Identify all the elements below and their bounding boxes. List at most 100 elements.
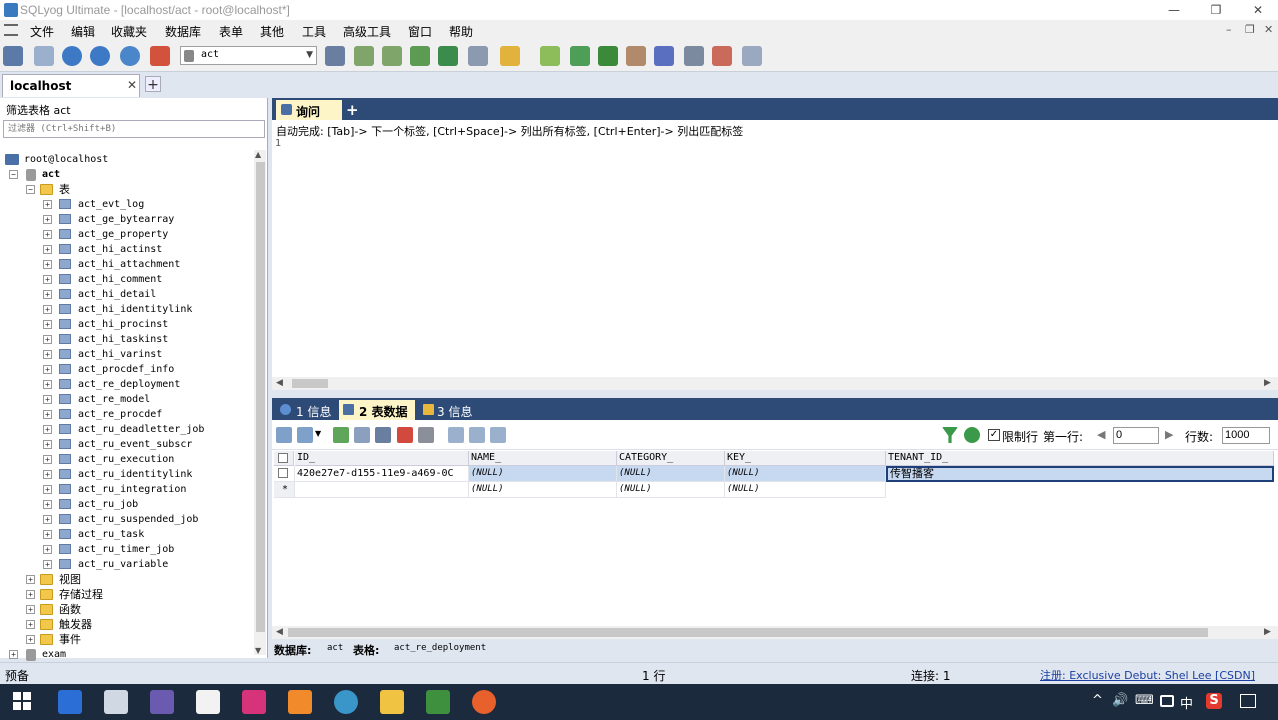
export-icon[interactable] xyxy=(276,427,292,443)
notepad-icon[interactable] xyxy=(104,690,128,714)
scroll-down-icon[interactable]: ▼ xyxy=(255,646,261,655)
register-link[interactable]: 注册: Exclusive Debut: Shel Lee [CSDN] xyxy=(1040,667,1255,683)
tree-table-item[interactable]: act_hi_actinst xyxy=(78,242,162,257)
scroll-right-icon[interactable]: ▶ xyxy=(1264,627,1271,637)
prev-page-icon[interactable]: ◀ xyxy=(1097,428,1105,441)
tree-db-act[interactable]: act xyxy=(42,167,60,182)
query-tab[interactable]: 询问 xyxy=(276,100,342,120)
expand-icon[interactable]: + xyxy=(43,215,52,224)
mdi-restore-button[interactable]: ❐ xyxy=(1245,23,1255,36)
grid-header-select[interactable] xyxy=(274,451,294,466)
manage-index-icon[interactable] xyxy=(410,46,430,66)
backup-icon[interactable] xyxy=(438,46,458,66)
expand-icon[interactable]: + xyxy=(43,230,52,239)
tree-folder-item[interactable]: 视图 xyxy=(59,572,81,587)
close-button[interactable]: ✕ xyxy=(1238,0,1278,20)
new-query-icon[interactable] xyxy=(34,46,54,66)
row-checkbox[interactable] xyxy=(278,468,288,478)
expand-icon[interactable]: + xyxy=(43,320,52,329)
expand-icon[interactable]: + xyxy=(43,530,52,539)
file-explorer-icon[interactable] xyxy=(380,690,404,714)
grid-view-icon[interactable] xyxy=(448,427,464,443)
keyboard-icon[interactable]: ⌨ xyxy=(1135,693,1154,708)
expand-icon[interactable]: + xyxy=(43,260,52,269)
expand-icon[interactable]: + xyxy=(43,245,52,254)
mdi-close-button[interactable]: ✕ xyxy=(1264,23,1273,36)
scroll-right-icon[interactable]: ▶ xyxy=(1264,378,1271,388)
table-cell[interactable]: (NULL) xyxy=(725,482,886,498)
volume-icon[interactable]: 🔊 xyxy=(1112,693,1128,708)
sqlyog-icon[interactable] xyxy=(334,690,358,714)
tree-table-item[interactable]: act_ru_job xyxy=(78,497,138,512)
monitor-icon[interactable] xyxy=(684,46,704,66)
scroll-left-icon[interactable]: ◀ xyxy=(276,378,283,388)
select-all-checkbox[interactable] xyxy=(278,453,288,463)
tree-table-item[interactable]: act_hi_procinst xyxy=(78,317,168,332)
visual-studio-icon[interactable] xyxy=(150,690,174,714)
grid-header-id[interactable]: ID_ xyxy=(295,451,469,466)
table-cell[interactable]: (NULL) xyxy=(617,466,725,482)
expand-icon[interactable]: + xyxy=(43,440,52,449)
expand-icon[interactable]: + xyxy=(43,500,52,509)
query-editor[interactable] xyxy=(272,120,1278,378)
hamburger-icon[interactable] xyxy=(4,24,18,36)
form-view-icon[interactable] xyxy=(469,427,485,443)
tree-table-item[interactable]: act_ru_task xyxy=(78,527,144,542)
table-cell[interactable]: (NULL) xyxy=(617,482,725,498)
transfer-icon[interactable] xyxy=(598,46,618,66)
grid-horizontal-scrollbar[interactable]: ◀ ▶ xyxy=(272,626,1278,639)
chevron-down-icon[interactable]: ▼ xyxy=(315,429,321,438)
collapse-icon[interactable]: − xyxy=(26,185,35,194)
scroll-left-icon[interactable]: ◀ xyxy=(276,627,283,637)
alter-table-icon[interactable] xyxy=(382,46,402,66)
tree-root-connection[interactable]: root@localhost xyxy=(24,152,108,167)
copy-db-icon[interactable] xyxy=(570,46,590,66)
expand-icon[interactable]: + xyxy=(43,560,52,569)
tab-info-1[interactable]: 1 信息 xyxy=(276,400,334,420)
grid-header-name[interactable]: NAME_ xyxy=(469,451,617,466)
report-icon[interactable] xyxy=(712,46,732,66)
expand-icon[interactable]: + xyxy=(43,365,52,374)
expand-icon[interactable]: + xyxy=(26,635,35,644)
tree-table-item[interactable]: act_ru_timer_job xyxy=(78,542,174,557)
connection-tab-localhost[interactable]: localhost ✕ xyxy=(2,74,140,97)
schema-icon[interactable] xyxy=(468,46,488,66)
text-view-icon[interactable] xyxy=(490,427,506,443)
table-cell[interactable]: (NULL) xyxy=(469,482,617,498)
scroll-up-icon[interactable]: ▲ xyxy=(255,150,261,159)
grid-scrollbar-thumb[interactable] xyxy=(288,628,1208,637)
menu-edit[interactable]: 编辑 xyxy=(71,23,95,40)
next-page-icon[interactable]: ▶ xyxy=(1165,428,1173,441)
mdi-minimize-button[interactable]: – xyxy=(1226,23,1232,36)
menu-tools[interactable]: 工具 xyxy=(302,23,326,40)
tree-folder-item[interactable]: 触发器 xyxy=(59,617,92,632)
expand-icon[interactable]: + xyxy=(43,305,52,314)
refresh-icon[interactable] xyxy=(120,46,140,66)
table-cell[interactable]: (NULL) xyxy=(469,466,617,482)
add-query-tab-button[interactable]: + xyxy=(346,101,359,119)
scheduler-icon[interactable] xyxy=(654,46,674,66)
user-manager-icon[interactable] xyxy=(325,46,345,66)
format-icon[interactable] xyxy=(150,46,170,66)
table-cell-editing[interactable]: 传智播客 xyxy=(886,466,1274,482)
ime-icon[interactable]: 中 xyxy=(1180,693,1193,712)
grid-header-key[interactable]: KEY_ xyxy=(725,451,886,466)
intellij-icon[interactable] xyxy=(242,690,266,714)
expand-icon[interactable]: + xyxy=(43,290,52,299)
menu-table[interactable]: 表单 xyxy=(219,23,243,40)
expand-icon[interactable]: + xyxy=(43,380,52,389)
expand-icon[interactable]: + xyxy=(43,335,52,344)
vscode-icon[interactable] xyxy=(58,690,82,714)
expand-icon[interactable]: + xyxy=(26,590,35,599)
postman-icon[interactable] xyxy=(472,690,496,714)
table-cell[interactable] xyxy=(295,482,469,498)
tree-table-item[interactable]: act_ru_deadletter_job xyxy=(78,422,204,437)
tree-tables-folder[interactable]: 表 xyxy=(59,182,70,197)
tree-table-item[interactable]: act_hi_taskinst xyxy=(78,332,168,347)
expand-icon[interactable]: + xyxy=(26,605,35,614)
tree-table-item[interactable]: act_re_deployment xyxy=(78,377,180,392)
insert-row-icon[interactable] xyxy=(333,427,349,443)
menu-database[interactable]: 数据库 xyxy=(165,23,201,40)
import-menu-icon[interactable] xyxy=(297,427,313,443)
expand-icon[interactable]: + xyxy=(43,485,52,494)
